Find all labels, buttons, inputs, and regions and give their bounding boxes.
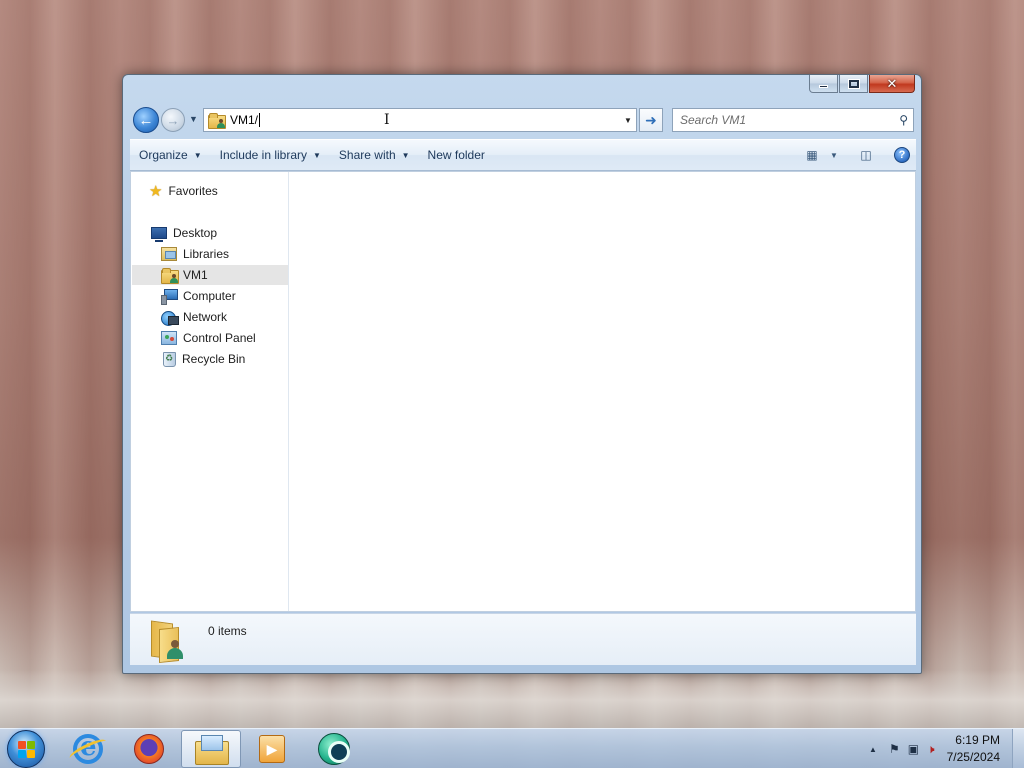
chevron-down-icon: ▼ bbox=[401, 150, 410, 160]
system-tray: ▲ ⚑ ▣ 🕨 6:19 PM 7/25/2024 bbox=[865, 729, 1024, 768]
computer-icon bbox=[161, 289, 178, 305]
view-options-dropdown[interactable]: ▼ bbox=[826, 143, 842, 167]
help-icon: ? bbox=[894, 147, 910, 163]
new-folder-label: New folder bbox=[427, 148, 485, 162]
minimize-icon bbox=[819, 85, 828, 88]
chevron-down-icon: ▼ bbox=[193, 150, 202, 160]
nav-item-recycle-bin[interactable]: Recycle Bin bbox=[161, 349, 245, 369]
item-count: 0 items bbox=[208, 624, 247, 638]
windows-logo-icon bbox=[18, 741, 36, 759]
navigation-bar: ← → ▼ VM1/ I ▼ ➜ ⚲ bbox=[131, 107, 915, 133]
show-hidden-icons-button[interactable]: ▲ bbox=[869, 745, 877, 754]
nav-label: Desktop bbox=[173, 226, 218, 240]
user-folder-icon bbox=[208, 113, 226, 129]
details-pane: 0 items bbox=[130, 613, 916, 665]
navigation-pane[interactable]: ★ Favorites Desktop Libraries VM1 Comput… bbox=[131, 172, 289, 611]
start-button[interactable] bbox=[7, 730, 45, 768]
clock[interactable]: 6:19 PM 7/25/2024 bbox=[947, 732, 1000, 766]
chevron-down-icon: ▼ bbox=[313, 150, 321, 160]
nav-label: Libraries bbox=[183, 247, 230, 261]
nav-item-desktop[interactable]: Desktop bbox=[151, 223, 217, 243]
search-icon[interactable]: ⚲ bbox=[899, 113, 908, 127]
new-folder-button[interactable]: New folder bbox=[419, 143, 494, 167]
nav-label: Network bbox=[183, 310, 228, 324]
nav-item-favorites[interactable]: ★ Favorites bbox=[149, 181, 218, 201]
control-panel-icon bbox=[161, 331, 177, 345]
forward-arrow-icon: → bbox=[166, 112, 180, 128]
address-text[interactable]: VM1/ bbox=[230, 113, 258, 127]
maximize-icon bbox=[847, 78, 860, 89]
file-list[interactable] bbox=[290, 172, 915, 611]
view-grid-icon: ▦ bbox=[806, 148, 818, 162]
taskbar-teal-app[interactable] bbox=[304, 730, 364, 768]
preview-pane-icon: ◫ bbox=[860, 148, 872, 162]
caption-buttons: ✕ bbox=[809, 75, 915, 93]
clock-time: 6:19 PM bbox=[955, 733, 1000, 747]
maximize-button[interactable] bbox=[839, 75, 868, 93]
forward-button[interactable]: → bbox=[161, 108, 185, 132]
show-desktop-button[interactable] bbox=[1012, 729, 1024, 768]
search-input[interactable] bbox=[680, 113, 880, 127]
chevron-down-icon: ▼ bbox=[830, 150, 838, 160]
user-folder-large-icon bbox=[149, 620, 185, 664]
taskbar-firefox[interactable] bbox=[119, 730, 179, 768]
nav-item-vm1[interactable]: VM1 bbox=[132, 265, 288, 285]
media-player-icon: ▶ bbox=[259, 735, 285, 763]
address-bar[interactable]: VM1/ I ▼ bbox=[203, 108, 637, 132]
include-in-library-label: Include in library bbox=[219, 148, 307, 162]
taskbar-media-player[interactable]: ▶ bbox=[242, 730, 302, 768]
close-icon: ✕ bbox=[886, 75, 898, 91]
minimize-button[interactable] bbox=[809, 75, 838, 93]
ibeam-cursor-icon: I bbox=[384, 112, 390, 128]
desktop-icon bbox=[151, 227, 167, 242]
user-folder-icon bbox=[161, 268, 179, 284]
back-button[interactable]: ← bbox=[133, 107, 159, 133]
organize-label: Organize bbox=[139, 148, 188, 162]
nav-item-network[interactable]: Network bbox=[161, 307, 227, 327]
clock-date: 7/25/2024 bbox=[946, 750, 1000, 764]
go-arrow-icon: ➜ bbox=[645, 111, 657, 128]
nav-item-computer[interactable]: Computer bbox=[161, 286, 236, 306]
desktop-wallpaper bbox=[0, 670, 1024, 730]
taskbar-windows-explorer[interactable] bbox=[181, 730, 241, 768]
search-box[interactable]: ⚲ bbox=[672, 108, 914, 132]
nav-label: Recycle Bin bbox=[182, 352, 246, 366]
nav-label: VM1 bbox=[183, 268, 208, 282]
recycle-bin-icon bbox=[163, 351, 176, 367]
share-with-button[interactable]: Share with ▼ bbox=[330, 143, 419, 167]
teal-app-icon bbox=[318, 733, 350, 765]
view-controls: ▦ ▼ ◫ ? bbox=[798, 140, 916, 170]
command-bar: Organize ▼ Include in library ▼ Share wi… bbox=[130, 139, 916, 171]
close-button[interactable]: ✕ bbox=[869, 75, 915, 93]
action-center-flag-icon[interactable]: ⚑ bbox=[889, 742, 900, 756]
back-arrow-icon: ← bbox=[138, 111, 154, 129]
taskbar: ▶ ▲ ⚑ ▣ 🕨 6:19 PM 7/25/2024 bbox=[0, 728, 1024, 768]
firefox-icon bbox=[134, 734, 164, 764]
star-icon: ★ bbox=[149, 183, 163, 200]
preview-pane-button[interactable]: ◫ bbox=[852, 143, 880, 167]
organize-button[interactable]: Organize ▼ bbox=[130, 143, 211, 167]
nav-label: Control Panel bbox=[183, 331, 256, 345]
nav-item-libraries[interactable]: Libraries bbox=[161, 244, 229, 264]
include-in-library-button[interactable]: Include in library ▼ bbox=[211, 143, 330, 167]
nav-label: Computer bbox=[183, 289, 236, 303]
explorer-window: ✕ ← → ▼ VM1/ I ▼ ➜ ⚲ Organize bbox=[122, 74, 922, 674]
nav-label: Favorites bbox=[168, 184, 218, 198]
libraries-icon bbox=[161, 247, 177, 261]
text-caret bbox=[259, 113, 261, 127]
help-button[interactable]: ? bbox=[888, 143, 916, 167]
recent-pages-dropdown[interactable]: ▼ bbox=[189, 114, 198, 124]
nav-item-control-panel[interactable]: Control Panel bbox=[161, 328, 256, 348]
change-view-button[interactable]: ▦ bbox=[798, 143, 826, 167]
network-tray-icon[interactable]: ▣ bbox=[908, 742, 919, 756]
content-area: ★ Favorites Desktop Libraries VM1 Comput… bbox=[130, 171, 916, 612]
go-button[interactable]: ➜ bbox=[639, 108, 663, 132]
windows-explorer-icon bbox=[195, 735, 229, 765]
address-dropdown-button[interactable]: ▼ bbox=[620, 109, 636, 131]
share-with-label: Share with bbox=[338, 148, 396, 162]
internet-explorer-icon bbox=[73, 732, 103, 764]
volume-muted-icon[interactable]: 🕨 bbox=[927, 742, 935, 757]
taskbar-internet-explorer[interactable] bbox=[58, 730, 118, 768]
network-icon bbox=[161, 310, 179, 326]
